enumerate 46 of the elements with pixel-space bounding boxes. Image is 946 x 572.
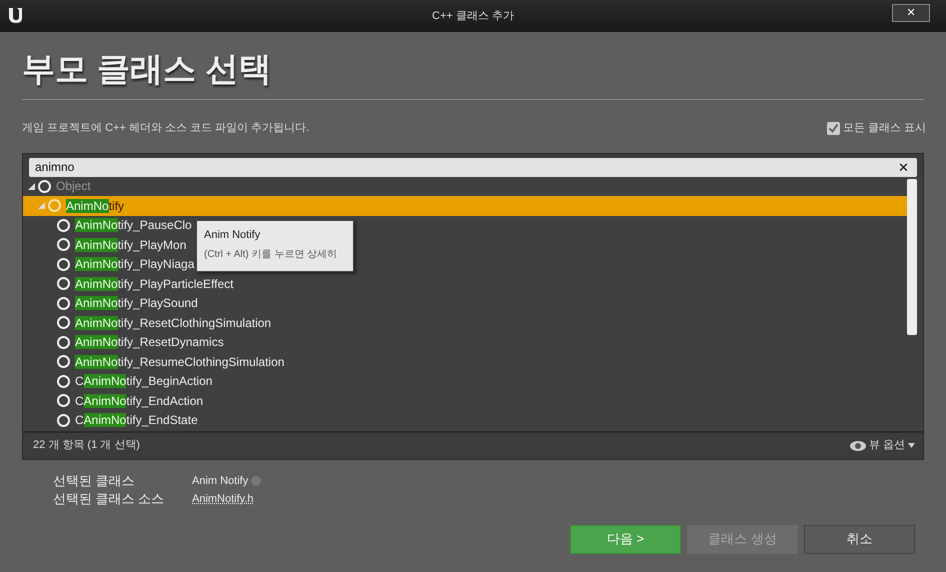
class-name[interactable]: AnimNotify_PlayMon [75,236,186,254]
class-name[interactable]: AnimNotify_PlayParticleEffect [75,274,234,293]
class-icon [57,336,70,349]
class-name[interactable]: AnimNotify_PauseClo [75,216,192,234]
class-name[interactable]: CAnimNotify_BeginAction [75,372,212,390]
search-field[interactable]: animno ✕ [29,158,917,176]
view-options-button[interactable]: 뷰 옵션 [850,437,915,454]
close-button[interactable]: ✕ [892,4,930,22]
class-name[interactable]: AnimNotify_ResetClothingSimulation [75,314,272,332]
class-icon [57,355,70,368]
window-title: C++ 클래스 추가 [432,8,514,24]
class-name[interactable]: AnimNotify_PlayNiaga [75,255,194,274]
class-name[interactable]: CAnimNotify_EndState [75,411,198,430]
class-icon [57,414,70,427]
description-text: 게임 프로젝트에 C++ 헤더와 소스 코드 파일이 추가됩니다. [22,121,310,136]
class-value: Anim Notify [192,474,248,488]
tooltip-hint: (Ctrl + Alt) 키를 누르면 상세히 [204,248,338,262]
class-icon [57,374,70,388]
clear-search-button[interactable]: ✕ [890,160,917,174]
source-file-link[interactable]: AnimNotify.h [192,490,254,508]
checkbox-label: 모든 클래스 표시 [842,121,926,136]
field-label: 선택된 클래스 소스 [53,490,166,508]
class-icon [38,180,51,193]
class-icon [57,277,70,290]
class-icon [57,316,70,330]
scrollbar-thumb[interactable] [907,178,917,334]
class-icon [48,199,61,212]
class-name[interactable]: CAnimNotify_EndAction [75,392,204,410]
item-count-text: 22 개 항목 (1 개 선택) [33,438,140,454]
class-name[interactable]: AnimNotify_ResetDynamics [75,333,224,352]
class-name[interactable]: AnimNotify_PlaySound [75,294,198,312]
tooltip-title: Anim Notify [204,228,262,243]
class-name[interactable]: Object [56,177,91,196]
show-all-checkbox[interactable] [826,122,840,135]
eye-icon [850,440,866,450]
class-icon [57,258,70,271]
class-icon [57,296,70,310]
page-heading: 부모 클래스 선택 [22,49,272,89]
class-icon [57,238,70,252]
class-icon [57,218,70,232]
field-label: 선택된 클래스 [53,472,136,490]
class-icon [57,394,70,408]
class-name[interactable]: AnimNotify_ResumeClothingSimulation [75,352,284,371]
dialog-button[interactable]: 취소 [804,524,915,554]
help-icon [251,476,262,486]
caret-icon [908,443,915,448]
